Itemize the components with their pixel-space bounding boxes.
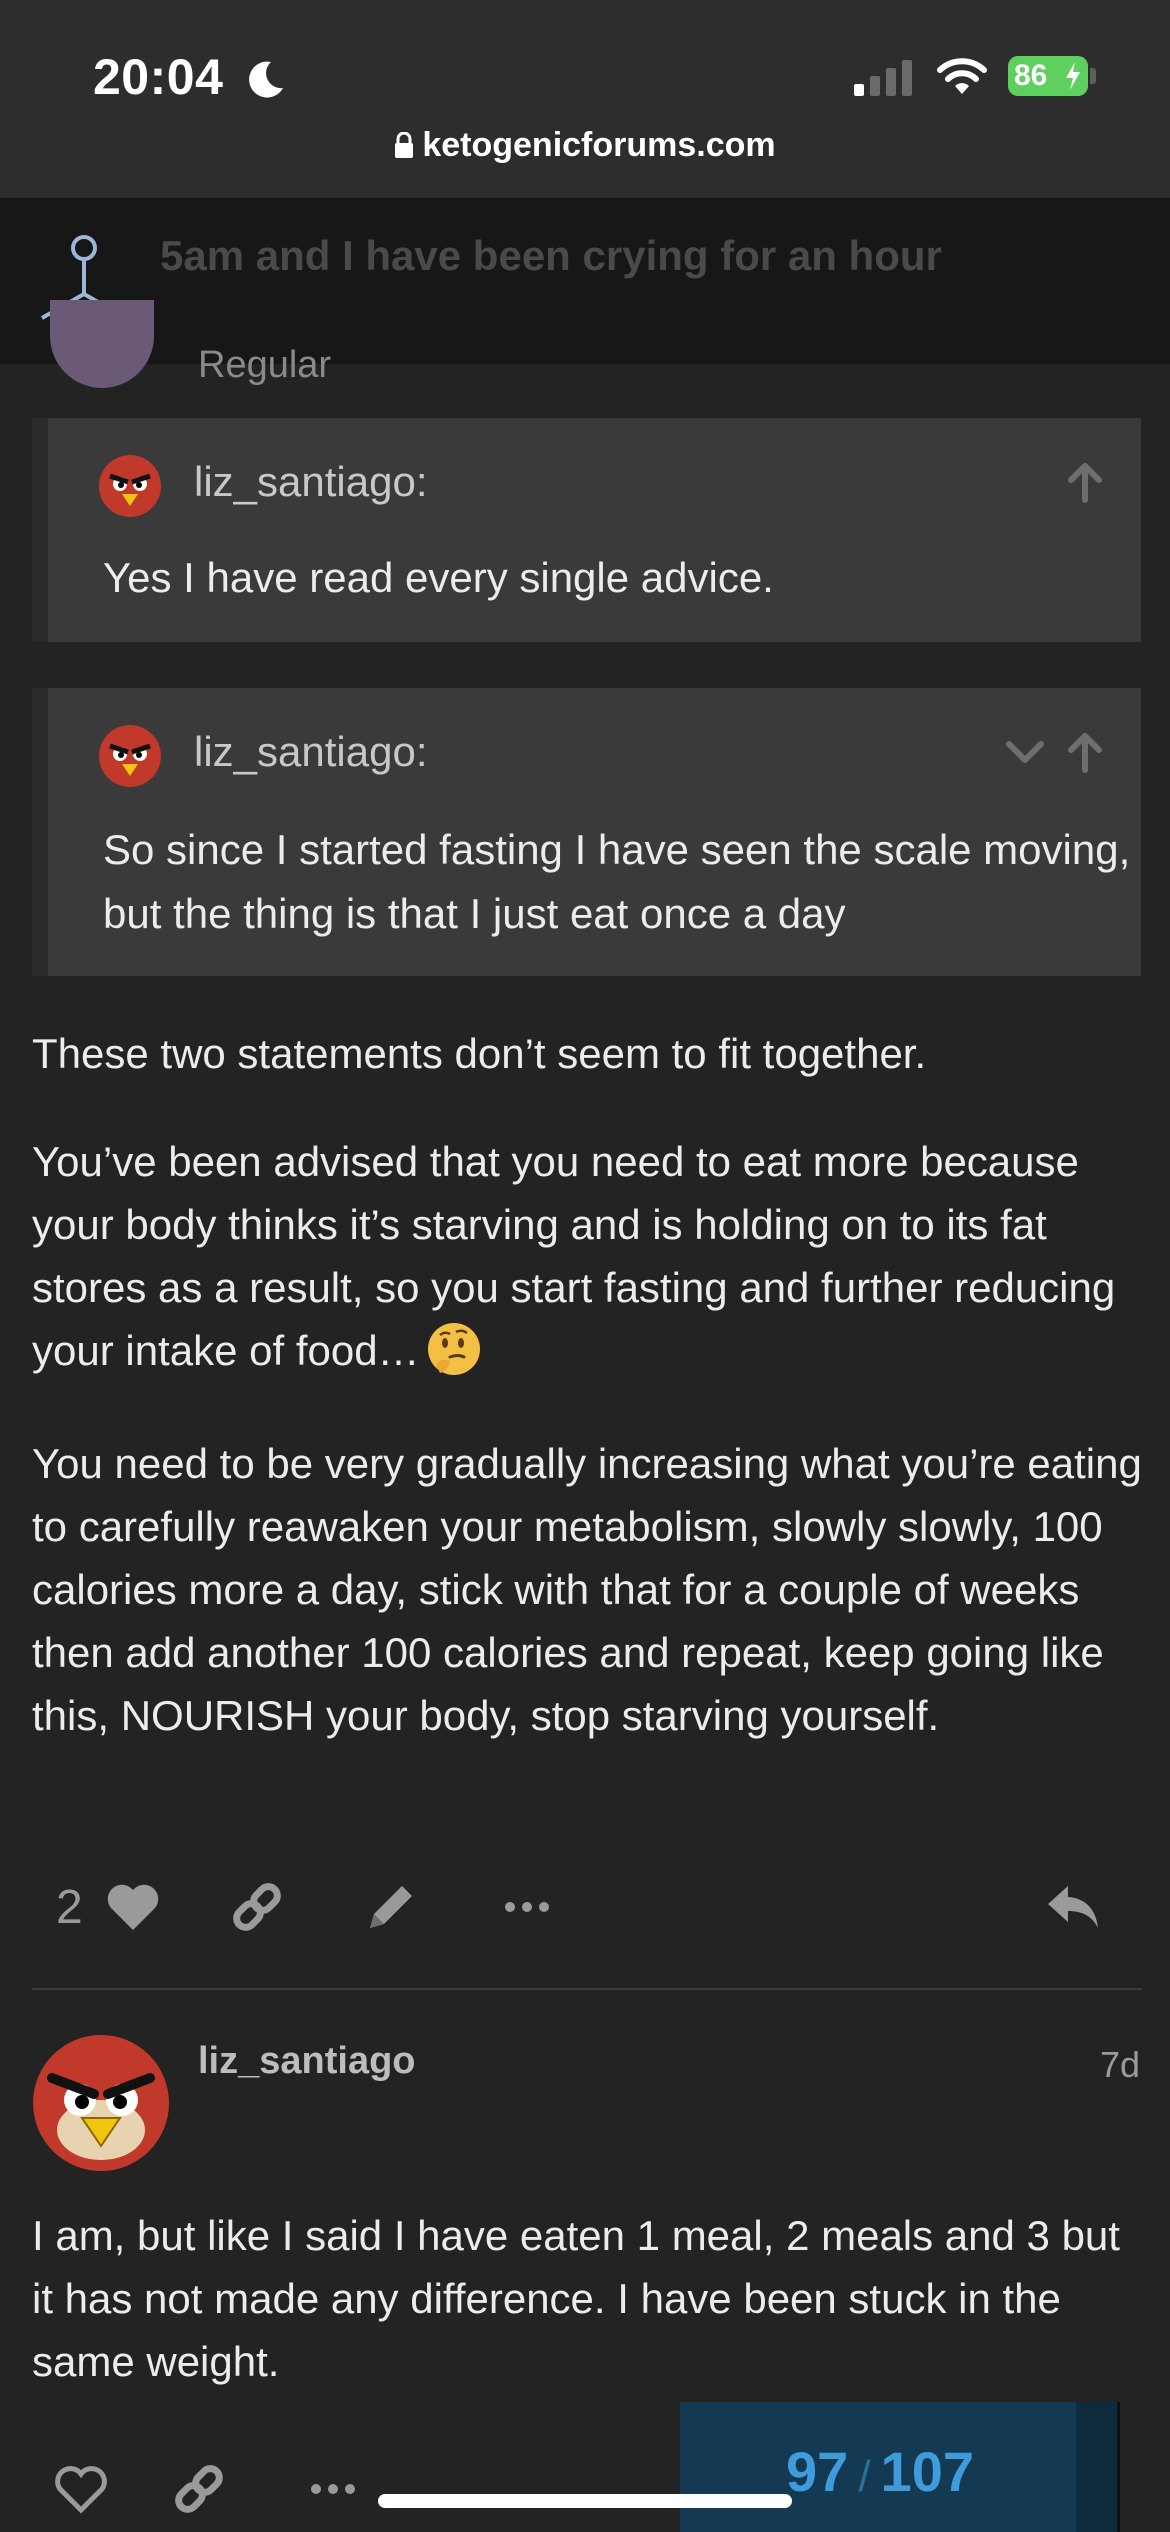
wifi-icon	[937, 58, 987, 94]
battery-level: 86	[1014, 59, 1048, 92]
previous-post-user-title: Regular	[198, 344, 332, 386]
progress-current: 97	[786, 2440, 849, 2503]
moon-icon	[249, 61, 283, 98]
reply-icon[interactable]	[1044, 1878, 1102, 1936]
thinking-face-emoji	[427, 1323, 480, 1375]
link-icon[interactable]	[228, 1878, 286, 1936]
heart-icon[interactable]	[104, 1878, 162, 1936]
quote-text: So since I started fasting I have seen t…	[103, 826, 1131, 937]
progress-text: 97/107	[680, 2402, 1080, 2532]
post-paragraph: I am, but like I said I have eaten 1 mea…	[32, 2212, 1120, 2385]
progress-total: 107	[880, 2440, 974, 2503]
forum-header: 5am and I have been crying for an hour	[0, 198, 1170, 364]
post-divider	[32, 1988, 1142, 1990]
post-paragraph: These two statements don’t seem to fit t…	[32, 1030, 927, 1077]
page: 20:04 86 ketogenicforums.com 5am and I h…	[0, 0, 1170, 2532]
post-paragraph-text: You’ve been advised that you need to eat…	[32, 1138, 1116, 1374]
post-username[interactable]: liz_santiago	[198, 2040, 416, 2083]
quote-block: liz_santiago: Yes I have read every sing…	[32, 418, 1141, 642]
more-icon[interactable]	[498, 1878, 556, 1936]
post-paragraph: You need to be very gradually increasing…	[32, 1440, 1142, 1739]
battery-cap	[1090, 68, 1096, 84]
heart-outline-icon[interactable]	[52, 2460, 110, 2518]
link-icon[interactable]	[170, 2460, 228, 2518]
post-actions: 2	[0, 1870, 1170, 1950]
pencil-icon[interactable]	[362, 1878, 420, 1936]
topic-title[interactable]: 5am and I have been crying for an hour	[160, 232, 942, 280]
quote-author[interactable]: liz_santiago:	[194, 728, 427, 776]
quote-avatar[interactable]	[98, 724, 162, 788]
more-icon[interactable]	[304, 2460, 362, 2518]
url-bar[interactable]: ketogenicforums.com	[0, 126, 1170, 165]
quote-block: liz_santiago: So since I started fasting…	[32, 688, 1141, 976]
charging-bolt-icon	[1066, 62, 1080, 90]
browser-top-bar: 20:04 86 ketogenicforums.com	[0, 0, 1170, 198]
quote-avatar[interactable]	[98, 454, 162, 518]
quote-author[interactable]: liz_santiago:	[194, 458, 427, 506]
avatar[interactable]	[32, 2034, 170, 2172]
arrow-up-icon[interactable]	[1063, 460, 1107, 504]
battery-indicator: 86	[1008, 56, 1088, 96]
post-age[interactable]: 7d	[1100, 2044, 1140, 2086]
chevron-down-icon[interactable]	[1003, 738, 1047, 768]
quote-text: Yes I have read every single advice.	[103, 554, 774, 601]
arrow-up-icon[interactable]	[1063, 730, 1107, 774]
post-paragraph: You’ve been advised that you need to eat…	[32, 1130, 1142, 1382]
topic-progress[interactable]: 97/107	[680, 2402, 1120, 2532]
progress-separator: /	[858, 2452, 871, 2501]
previous-post-avatar[interactable]	[50, 300, 154, 388]
lock-icon	[395, 132, 414, 158]
signal-icon	[854, 60, 912, 96]
status-time: 20:04	[93, 49, 224, 105]
url-text: ketogenicforums.com	[422, 126, 776, 164]
like-count[interactable]: 2	[56, 1880, 83, 1935]
home-indicator[interactable]	[378, 2494, 792, 2508]
